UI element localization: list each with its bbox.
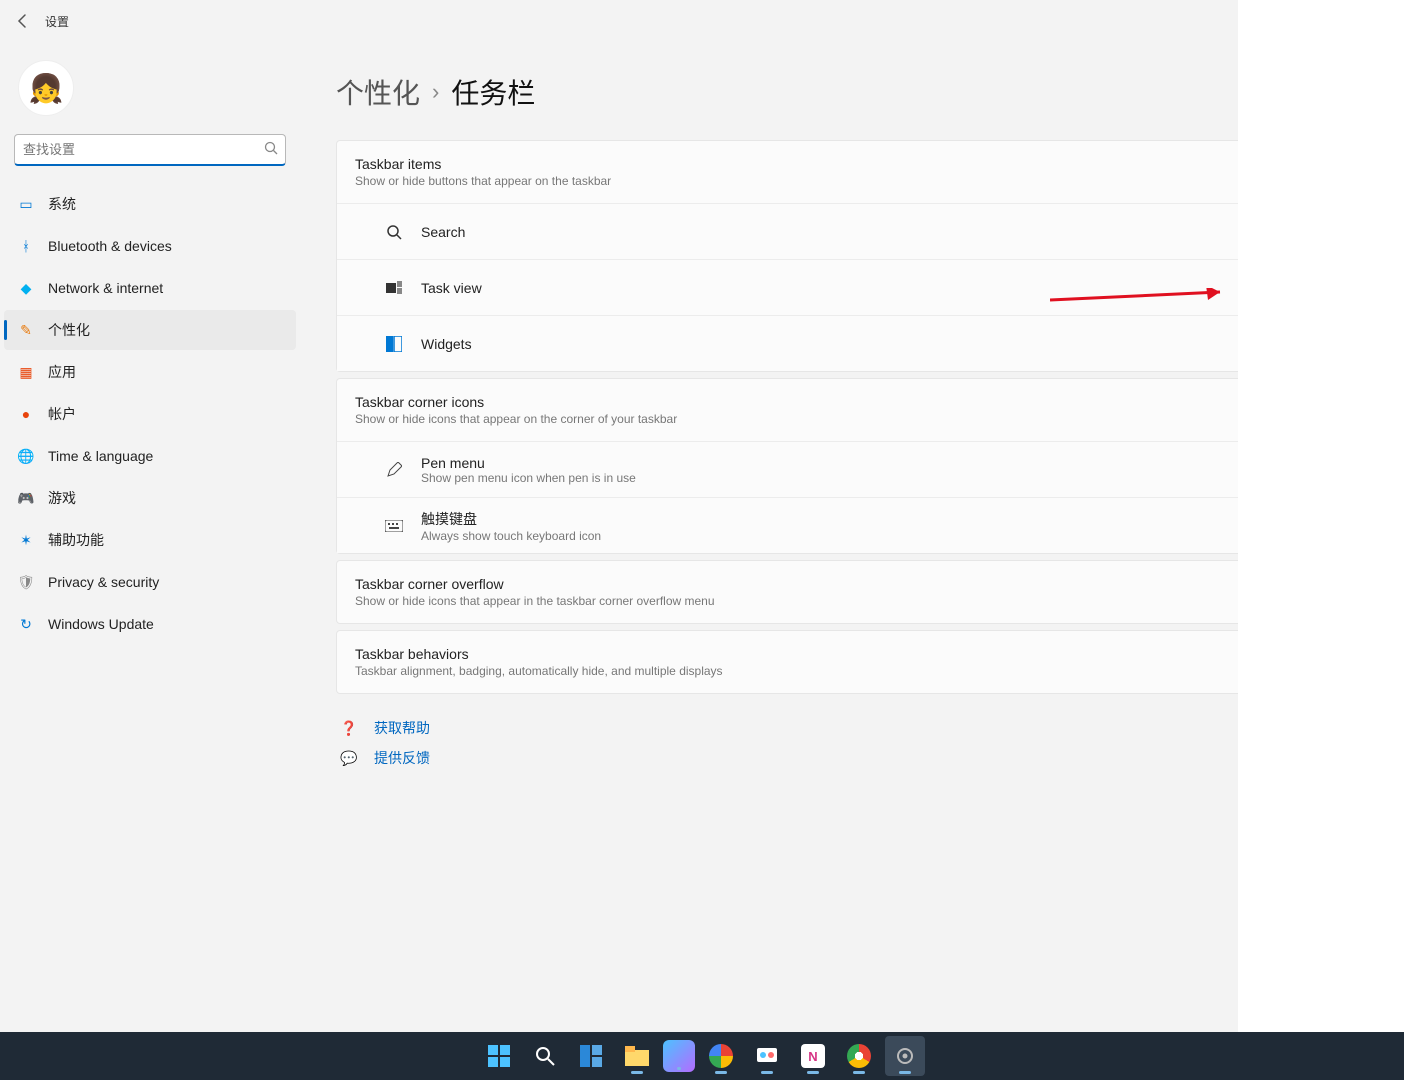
nav-label: Network & internet	[48, 280, 163, 296]
chevron-right-icon: ›	[432, 79, 439, 105]
get-help-link[interactable]: ❓ 获取帮助	[340, 718, 1364, 738]
nav-label: 辅助功能	[48, 530, 104, 550]
start-button[interactable]	[479, 1036, 519, 1076]
nav-item-personalization[interactable]: ✎ 个性化	[4, 310, 296, 350]
item-sublabel: Always show touch keyboard icon	[421, 529, 1282, 543]
section-corner-icons: Taskbar corner icons Show or hide icons …	[336, 378, 1364, 554]
breadcrumb-current: 任务栏	[451, 72, 535, 112]
item-row-search: Search 开	[337, 203, 1363, 259]
item-row-touch-keyboard: 触摸键盘 Always show touch keyboard icon 关	[337, 497, 1363, 553]
nav-label: 帐户	[48, 404, 76, 424]
apps-icon: ▦	[18, 364, 34, 380]
nav-item-accounts[interactable]: ● 帐户	[4, 394, 296, 434]
item-label: Widgets	[421, 336, 1282, 352]
breadcrumb: 个性化 › 任务栏	[336, 72, 1364, 112]
item-label: Search	[421, 224, 1282, 240]
section-subtitle: Taskbar alignment, badging, automaticall…	[355, 664, 723, 678]
search-input[interactable]	[14, 134, 286, 166]
nav-item-update[interactable]: ↻ Windows Update	[4, 604, 296, 644]
section-title: Taskbar corner overflow	[355, 576, 715, 592]
gamepad-icon: 🎮	[18, 490, 34, 506]
help-icon: ❓	[340, 720, 358, 737]
item-label: 触摸键盘	[421, 509, 1282, 529]
section-header-behaviors[interactable]: Taskbar behaviors Taskbar alignment, bad…	[337, 631, 1363, 693]
section-taskbar-items: Taskbar items Show or hide buttons that …	[336, 140, 1364, 372]
sidebar: 👧 ▭ 系统 ᚼ Bluetooth & devices ◆ Network & in…	[0, 42, 300, 1080]
item-label: Pen menu	[421, 455, 1282, 471]
taskbar-explorer-button[interactable]	[617, 1036, 657, 1076]
section-subtitle: Show or hide icons that appear on the co…	[355, 412, 677, 426]
accessibility-icon: ✶	[18, 532, 34, 548]
nav-label: Privacy & security	[48, 574, 159, 590]
title-bar: 设置	[0, 0, 1404, 42]
taskview-icon	[381, 281, 407, 295]
section-title: Taskbar items	[355, 156, 611, 172]
taskbar-app-2[interactable]	[701, 1036, 741, 1076]
nav-item-accessibility[interactable]: ✶ 辅助功能	[4, 520, 296, 560]
taskbar-settings-button[interactable]	[885, 1036, 925, 1076]
item-row-pen: Pen menu Show pen menu icon when pen is …	[337, 441, 1363, 497]
item-row-widgets: Widgets 开	[337, 315, 1363, 371]
search-wrap	[14, 134, 286, 166]
nav-item-gaming[interactable]: 🎮 游戏	[4, 478, 296, 518]
nav-label: Time & language	[48, 448, 153, 464]
back-button[interactable]	[15, 13, 31, 29]
section-title: Taskbar corner icons	[355, 394, 677, 410]
update-icon: ↻	[18, 616, 34, 632]
nav-label: 游戏	[48, 488, 76, 508]
taskbar-app-3[interactable]	[747, 1036, 787, 1076]
brush-icon: ✎	[18, 322, 34, 338]
shield-icon: 🛡	[18, 574, 34, 590]
section-header-overflow[interactable]: Taskbar corner overflow Show or hide ico…	[337, 561, 1363, 623]
link-label: 获取帮助	[374, 718, 430, 738]
search-icon	[264, 141, 278, 158]
item-sublabel: Show pen menu icon when pen is in use	[421, 471, 1282, 485]
search-icon	[381, 224, 407, 240]
nav-label: 个性化	[48, 320, 90, 340]
nav-item-time[interactable]: 🌐 Time & language	[4, 436, 296, 476]
taskbar: N	[0, 1032, 1404, 1080]
nav-label: Windows Update	[48, 616, 154, 632]
section-title: Taskbar behaviors	[355, 646, 723, 662]
nav-item-privacy[interactable]: 🛡 Privacy & security	[4, 562, 296, 602]
section-header-corner-icons[interactable]: Taskbar corner icons Show or hide icons …	[337, 379, 1363, 441]
nav-item-network[interactable]: ◆ Network & internet	[4, 268, 296, 308]
taskbar-search-button[interactable]	[525, 1036, 565, 1076]
person-icon: ●	[18, 406, 34, 422]
keyboard-icon	[381, 520, 407, 532]
nav-label: 系统	[48, 194, 76, 214]
nav-label: 应用	[48, 362, 76, 382]
section-subtitle: Show or hide icons that appear in the ta…	[355, 594, 715, 608]
taskbar-widgets-button[interactable]	[571, 1036, 611, 1076]
taskbar-chrome-button[interactable]	[839, 1036, 879, 1076]
item-label: Task view	[421, 280, 1282, 296]
taskbar-app-4[interactable]: N	[793, 1036, 833, 1076]
nav-item-bluetooth[interactable]: ᚼ Bluetooth & devices	[4, 226, 296, 266]
widgets-icon	[381, 336, 407, 352]
section-overflow: Taskbar corner overflow Show or hide ico…	[336, 560, 1364, 624]
section-subtitle: Show or hide buttons that appear on the …	[355, 174, 611, 188]
bluetooth-icon: ᚼ	[18, 238, 34, 254]
feedback-icon: 💬	[340, 750, 358, 767]
breadcrumb-parent[interactable]: 个性化	[336, 72, 420, 112]
section-header-taskbar-items[interactable]: Taskbar items Show or hide buttons that …	[337, 141, 1363, 203]
display-icon: ▭	[18, 196, 34, 212]
pen-icon	[381, 462, 407, 478]
nav-list: ▭ 系统 ᚼ Bluetooth & devices ◆ Network & inte…	[0, 184, 300, 644]
nav-label: Bluetooth & devices	[48, 238, 172, 254]
right-margin-overlay	[1238, 0, 1404, 1032]
taskbar-app-1[interactable]	[663, 1040, 695, 1072]
nav-item-apps[interactable]: ▦ 应用	[4, 352, 296, 392]
nav-item-system[interactable]: ▭ 系统	[4, 184, 296, 224]
item-row-taskview: Task view 关	[337, 259, 1363, 315]
globe-icon: 🌐	[18, 448, 34, 464]
feedback-link[interactable]: 💬 提供反馈	[340, 748, 1364, 768]
link-label: 提供反馈	[374, 748, 430, 768]
section-behaviors: Taskbar behaviors Taskbar alignment, bad…	[336, 630, 1364, 694]
wifi-icon: ◆	[18, 280, 34, 296]
window-title: 设置	[45, 13, 69, 30]
help-links: ❓ 获取帮助 💬 提供反馈	[336, 718, 1364, 768]
user-avatar[interactable]: 👧	[18, 60, 74, 116]
